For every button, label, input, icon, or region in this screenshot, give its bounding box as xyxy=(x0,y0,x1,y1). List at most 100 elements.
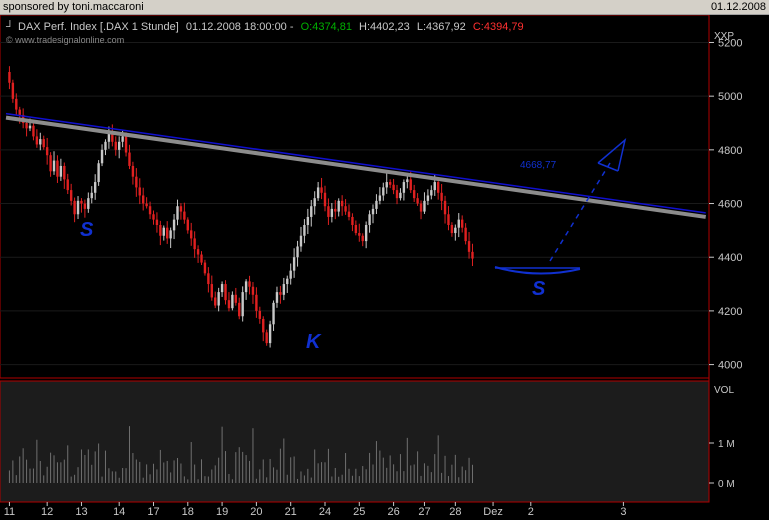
candle-body xyxy=(128,152,131,166)
header-open: O:4374,81 xyxy=(301,21,352,33)
candle-body xyxy=(169,230,172,239)
candle-body xyxy=(210,284,213,298)
candle-body xyxy=(183,211,186,220)
candle-body xyxy=(32,125,35,137)
instrument-name: DAX Perf. Index [.DAX 1 Stunde] xyxy=(18,21,179,33)
candle-body xyxy=(76,200,80,215)
candle-body xyxy=(313,198,316,207)
candle-body xyxy=(49,155,52,172)
candle-body xyxy=(306,216,310,225)
candle-body xyxy=(320,187,323,193)
candle-body xyxy=(310,206,313,217)
candle-body xyxy=(176,206,179,220)
candle-body xyxy=(179,206,183,212)
candle-body xyxy=(35,136,39,145)
candle-body xyxy=(412,190,416,199)
candle-body xyxy=(436,182,440,193)
candle-body xyxy=(316,187,320,199)
candle-body xyxy=(347,211,351,217)
candle-body xyxy=(385,182,388,188)
x-tick-label: 14 xyxy=(113,506,125,518)
x-tick-label: 26 xyxy=(387,506,399,518)
y-tick-label: 5000 xyxy=(718,91,742,103)
candle-body xyxy=(241,292,244,317)
x-tick-label: 25 xyxy=(353,506,365,518)
candle-body xyxy=(392,184,395,191)
candle-body xyxy=(56,160,59,177)
candle-body xyxy=(90,192,93,199)
candle-body xyxy=(15,98,18,110)
candle-body xyxy=(303,225,306,236)
candle-body xyxy=(282,284,286,295)
x-tick-label: 12 xyxy=(41,506,53,518)
y-tick-label: 4400 xyxy=(718,252,742,264)
candle-body xyxy=(152,214,155,220)
annotation-k: K xyxy=(306,331,322,353)
candle-body xyxy=(323,192,327,207)
candle-body xyxy=(220,284,224,293)
candle-body xyxy=(217,292,220,306)
candle-body xyxy=(117,141,121,150)
candle-body xyxy=(433,182,436,191)
candle-body xyxy=(399,192,402,199)
candle-body xyxy=(148,206,152,215)
candle-body xyxy=(262,318,265,333)
x-tick-label: 21 xyxy=(285,506,297,518)
candle-body xyxy=(193,238,196,250)
candle-body xyxy=(299,235,303,247)
candle-body xyxy=(464,227,467,242)
candle-body xyxy=(378,195,382,201)
candle-body xyxy=(443,200,447,215)
candle-body xyxy=(344,206,347,212)
x-tick-label: 24 xyxy=(319,506,331,518)
candle-body xyxy=(186,219,189,231)
candle-body xyxy=(406,179,409,183)
x-tick-label: 27 xyxy=(418,506,430,518)
candle-body xyxy=(272,302,275,325)
candle-body xyxy=(238,302,241,317)
candle-body xyxy=(402,182,406,193)
x-tick-label: 13 xyxy=(75,506,87,518)
candle-body xyxy=(361,235,364,242)
x-tick-label: 17 xyxy=(147,506,159,518)
candle-body xyxy=(426,195,430,201)
candle-body xyxy=(100,149,104,164)
candle-body xyxy=(430,190,433,196)
candle-body xyxy=(395,190,399,199)
price-panel xyxy=(0,15,710,379)
candle-body xyxy=(42,139,45,148)
candle-body xyxy=(207,273,210,285)
candle-body xyxy=(121,136,124,142)
candle-body xyxy=(196,249,200,255)
candle-body xyxy=(447,214,450,225)
candle-body xyxy=(107,133,111,142)
y-tick-label: 4000 xyxy=(718,360,742,372)
candle-body xyxy=(145,203,148,207)
candle-body xyxy=(214,297,217,306)
candle-body xyxy=(172,219,176,231)
candle-body xyxy=(114,141,117,150)
candle-body xyxy=(162,227,165,236)
candle-body xyxy=(83,203,87,209)
candle-body xyxy=(28,125,32,129)
candle-body xyxy=(234,294,238,303)
candle-body xyxy=(258,310,262,319)
annotation-s-right: S xyxy=(532,278,546,300)
candle-body xyxy=(388,182,392,185)
candle-body xyxy=(39,139,42,145)
price-chart[interactable]: ┘ DAX Perf. Index [.DAX 1 Stunde] 01.12.… xyxy=(0,15,769,520)
volume-tick-1m: 1 M xyxy=(718,439,735,450)
x-tick-label: 2 xyxy=(528,506,534,518)
header-low: L:4367,92 xyxy=(417,21,466,33)
candle-body xyxy=(66,179,69,191)
x-tick-label: 28 xyxy=(449,506,461,518)
y-tick-label: 4800 xyxy=(718,145,742,157)
sponsor-label: sponsored by toni.maccaroni xyxy=(3,1,144,13)
candle-body xyxy=(364,225,368,242)
candle-body xyxy=(69,190,73,201)
candle-body xyxy=(166,227,169,239)
y-tick-label: 4600 xyxy=(718,199,742,211)
candle-body xyxy=(63,165,66,180)
header-line: DAX Perf. Index [.DAX 1 Stunde] 01.12.20… xyxy=(18,21,524,33)
candle-body xyxy=(59,165,63,177)
